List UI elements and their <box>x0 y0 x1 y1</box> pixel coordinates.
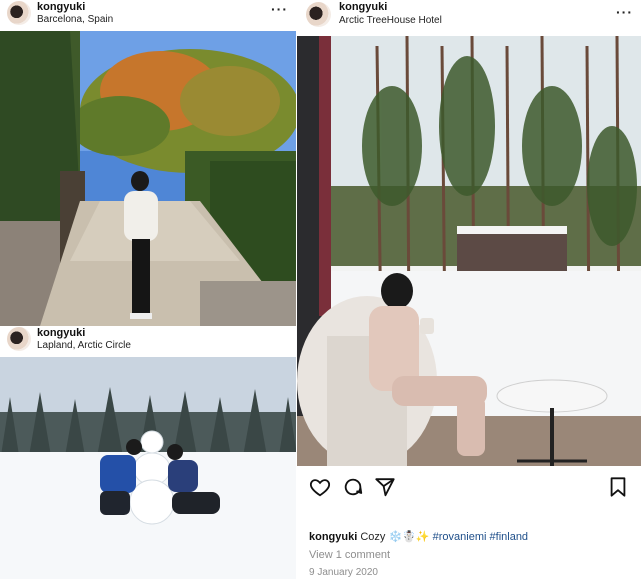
location[interactable]: Lapland, Arctic Circle <box>37 340 131 351</box>
caption-emoji: ❄️☃️✨ <box>388 531 430 543</box>
username[interactable]: kongyuki <box>37 327 85 339</box>
post-header: kongyuki Lapland, Arctic Circle <box>0 326 296 357</box>
heart-icon[interactable] <box>309 476 331 498</box>
post-barcelona: kongyuki Barcelona, Spain ··· <box>0 0 296 326</box>
username[interactable]: kongyuki <box>339 1 387 13</box>
comment-icon[interactable] <box>342 476 364 498</box>
avatar[interactable] <box>306 2 331 27</box>
post-actions <box>297 474 641 500</box>
caption-username[interactable]: kongyuki <box>309 531 357 543</box>
post-treehouse: kongyuki Arctic TreeHouse Hotel ··· kong… <box>297 0 641 579</box>
location[interactable]: Arctic TreeHouse Hotel <box>339 15 442 26</box>
more-options-icon[interactable]: ··· <box>271 1 288 17</box>
view-comments-link[interactable]: View 1 comment <box>309 549 390 561</box>
post-photo[interactable] <box>0 357 296 579</box>
hashtag-rovaniemi[interactable]: #rovaniemi <box>433 531 487 543</box>
avatar[interactable] <box>7 1 31 25</box>
post-date: 9 January 2020 <box>309 567 378 578</box>
bookmark-icon[interactable] <box>607 476 629 498</box>
post-header: kongyuki Arctic TreeHouse Hotel ··· <box>297 0 641 36</box>
avatar[interactable] <box>7 327 31 351</box>
post-photo[interactable] <box>0 31 296 326</box>
username[interactable]: kongyuki <box>37 1 85 13</box>
hashtag-finland[interactable]: #finland <box>490 531 529 543</box>
location[interactable]: Barcelona, Spain <box>37 14 113 25</box>
photo-treehouse-window <box>297 36 641 466</box>
more-options-icon[interactable]: ··· <box>616 4 633 20</box>
post-header: kongyuki Barcelona, Spain ··· <box>0 0 296 31</box>
caption-text: Cozy <box>360 531 386 543</box>
post-lapland: kongyuki Lapland, Arctic Circle <box>0 326 296 579</box>
caption: kongyuki Cozy ❄️☃️✨ #rovaniemi #finland <box>309 530 528 543</box>
share-icon[interactable] <box>374 476 396 498</box>
photo-lapland-snowman <box>0 357 296 579</box>
post-photo[interactable] <box>297 36 641 466</box>
photo-barcelona-garden <box>0 31 296 326</box>
